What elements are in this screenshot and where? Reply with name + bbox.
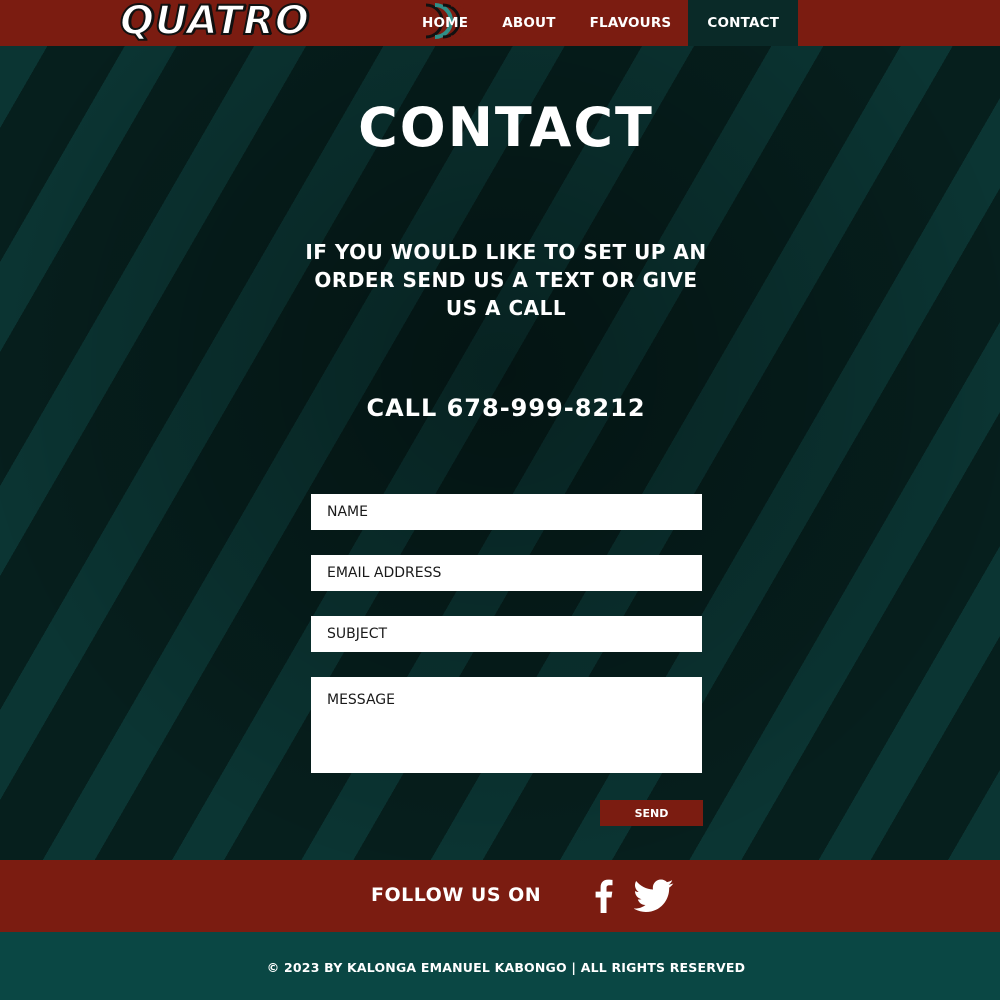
message-field[interactable] <box>311 677 702 773</box>
nav-flavours[interactable]: FLAVOURS <box>573 0 689 46</box>
nav-about[interactable]: ABOUT <box>485 0 572 46</box>
site-footer: © 2023 BY KALONGA EMANUEL KABONGO | ALL … <box>0 932 1000 1000</box>
follow-label: FOLLOW US ON <box>371 884 542 906</box>
email-field[interactable] <box>311 555 702 591</box>
page-title: CONTACT <box>358 96 654 159</box>
copyright-text: © 2023 BY KALONGA EMANUEL KABONGO | ALL … <box>266 960 746 975</box>
twitter-icon[interactable] <box>634 879 674 913</box>
nav-contact[interactable]: CONTACT <box>688 0 799 46</box>
intro-text: IF YOU WOULD LIKE TO SET UP AN ORDER SEN… <box>305 240 707 320</box>
name-field[interactable] <box>311 494 702 530</box>
nav-home[interactable]: HOME <box>405 0 485 46</box>
site-header: QUATRO HOME ABOUT FLAVOURS CONTACT <box>0 0 1000 46</box>
phone-number: CALL 678-999-8212 <box>366 394 646 422</box>
send-button[interactable]: SEND <box>600 800 703 826</box>
facebook-icon[interactable] <box>592 879 614 913</box>
main-nav: HOME ABOUT FLAVOURS CONTACT <box>405 0 799 46</box>
subject-field[interactable] <box>311 616 702 652</box>
logo-text: QUATRO <box>119 0 310 44</box>
follow-bar: FOLLOW US ON <box>0 860 1000 932</box>
contact-section: CONTACT IF YOU WOULD LIKE TO SET UP AN O… <box>0 46 1000 860</box>
logo[interactable]: QUATRO <box>118 0 469 46</box>
